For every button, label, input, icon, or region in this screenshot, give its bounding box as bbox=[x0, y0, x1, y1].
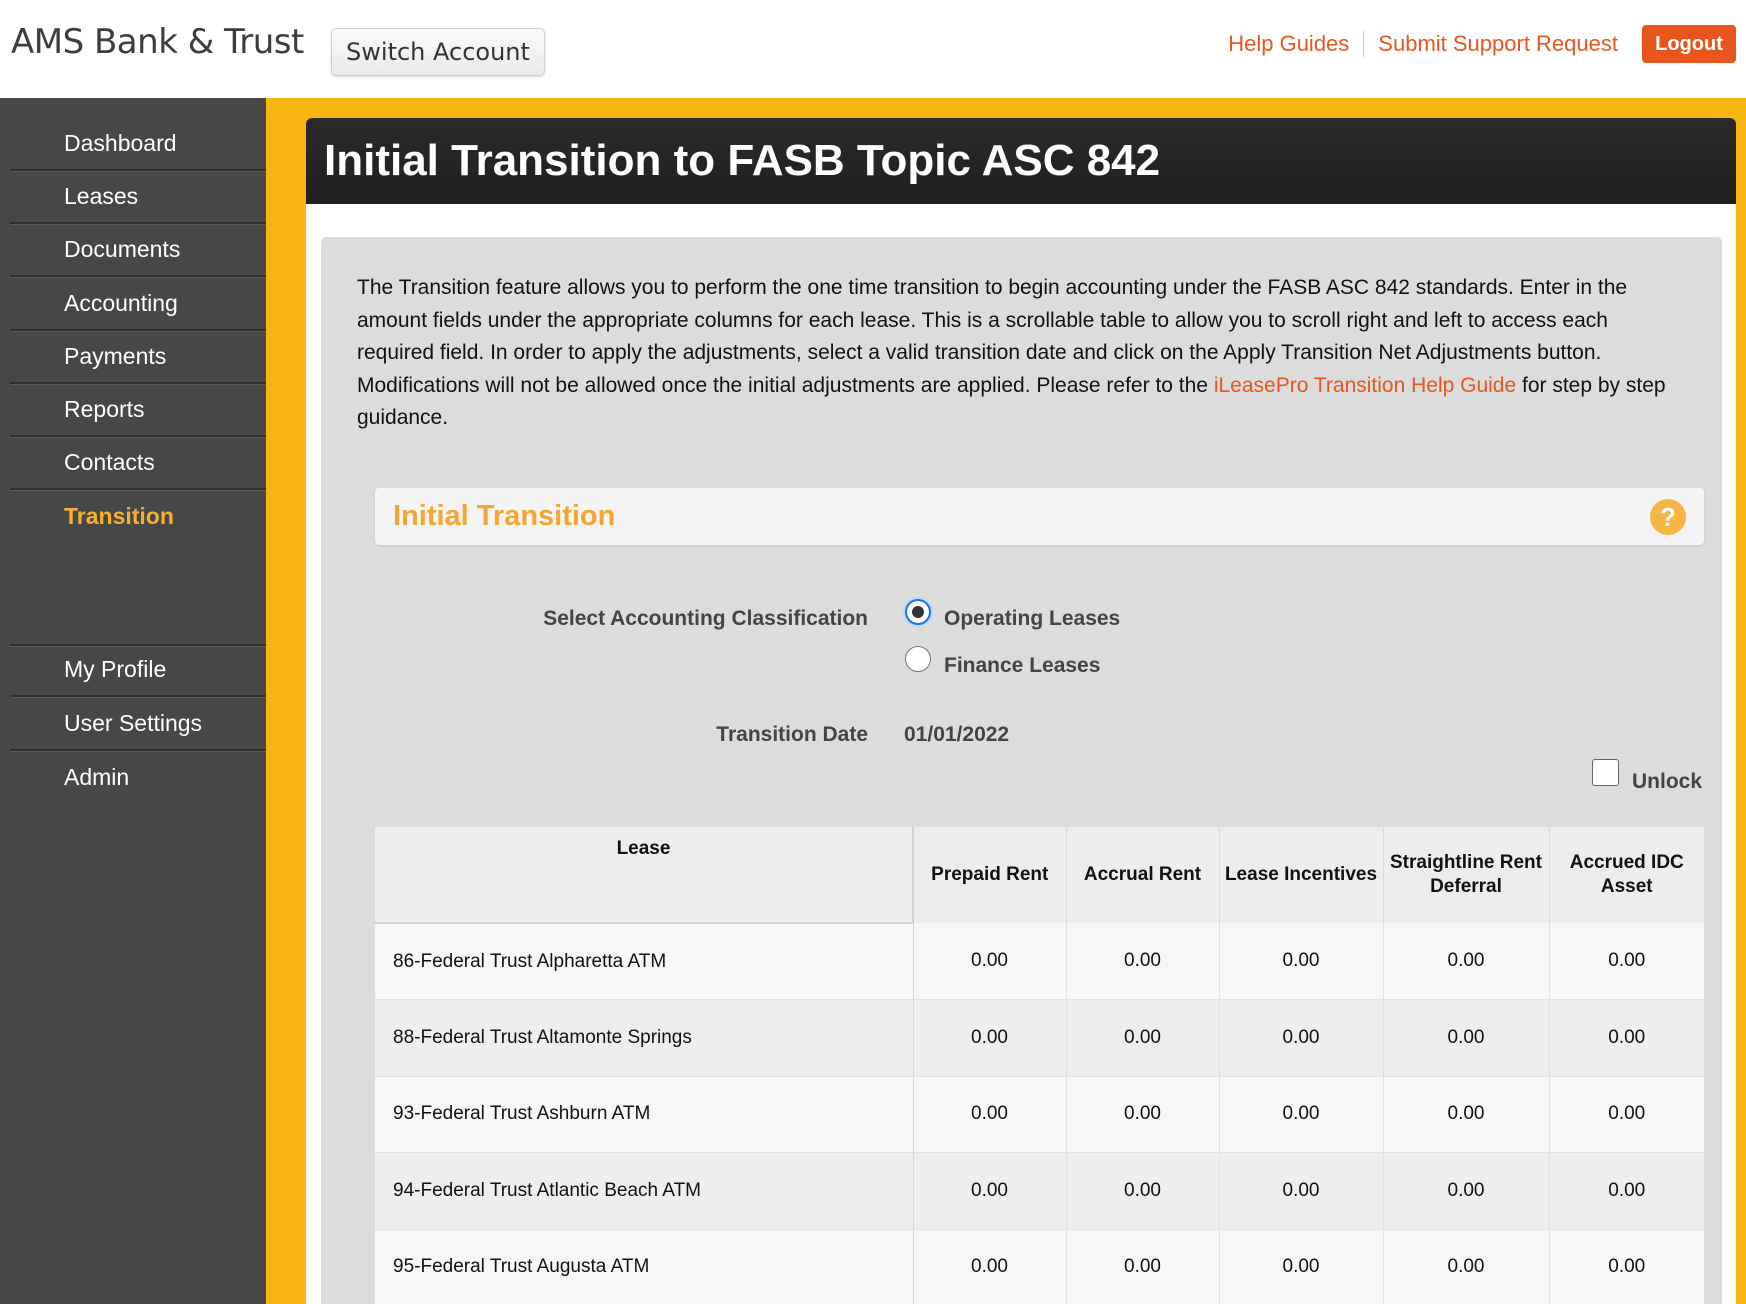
unlock-checkbox[interactable] bbox=[1592, 759, 1619, 786]
accrual-rent-cell[interactable]: 0.00 bbox=[1066, 1229, 1220, 1304]
classification-label: Select Accounting Classification bbox=[543, 607, 868, 630]
lease-incentives-cell[interactable]: 0.00 bbox=[1219, 999, 1384, 1077]
accrual-rent-cell[interactable]: 0.00 bbox=[1066, 999, 1220, 1077]
help-guide-link[interactable]: iLeasePro Transition Help Guide bbox=[1214, 374, 1516, 397]
top-links: Help Guides Submit Support Request Logou… bbox=[1214, 25, 1746, 63]
prepaid-rent-cell[interactable]: 0.00 bbox=[913, 1229, 1067, 1304]
table-row: 86-Federal Trust Alpharetta ATM 0.00 0.0… bbox=[375, 923, 1704, 1000]
lease-name-cell: 88-Federal Trust Altamonte Springs bbox=[375, 999, 914, 1077]
question-icon[interactable]: ? bbox=[1650, 499, 1686, 535]
prepaid-rent-cell[interactable]: 0.00 bbox=[913, 923, 1067, 1000]
lease-name-cell: 86-Federal Trust Alpharetta ATM bbox=[375, 923, 914, 1000]
accrual-rent-cell[interactable]: 0.00 bbox=[1066, 1152, 1220, 1230]
sidebar-item-documents[interactable]: Documents bbox=[10, 224, 266, 277]
transition-table: Lease Prepaid Rent Accrual Rent Lease In… bbox=[375, 827, 1704, 1304]
sidebar-item-my-profile[interactable]: My Profile bbox=[10, 644, 266, 697]
accrued-idc-asset-cell[interactable]: 0.00 bbox=[1549, 999, 1704, 1077]
column-header-straightline-rent-deferral: Straightline Rent Deferral bbox=[1383, 827, 1550, 923]
prepaid-rent-cell[interactable]: 0.00 bbox=[913, 1152, 1067, 1230]
operating-leases-radio[interactable] bbox=[905, 599, 931, 625]
section-header: Initial Transition ? bbox=[375, 488, 1704, 545]
accrual-rent-cell[interactable]: 0.00 bbox=[1066, 1076, 1220, 1153]
sidebar-item-accounting[interactable]: Accounting bbox=[10, 278, 266, 331]
accrued-idc-asset-cell[interactable]: 0.00 bbox=[1549, 1076, 1704, 1153]
sidebar-item-contacts[interactable]: Contacts bbox=[10, 437, 266, 490]
finance-leases-radio[interactable] bbox=[905, 646, 931, 672]
support-request-link[interactable]: Submit Support Request bbox=[1364, 31, 1632, 57]
page-title: Initial Transition to FASB Topic ASC 842 bbox=[306, 118, 1736, 204]
lease-name-cell: 95-Federal Trust Augusta ATM bbox=[375, 1229, 914, 1304]
column-header-lease-incentives: Lease Incentives bbox=[1219, 827, 1384, 923]
straightline-rent-deferral-cell[interactable]: 0.00 bbox=[1383, 1229, 1550, 1304]
table-header-row: Lease Prepaid Rent Accrual Rent Lease In… bbox=[375, 827, 1704, 924]
column-header-accrual-rent: Accrual Rent bbox=[1066, 827, 1220, 923]
table-row: 88-Federal Trust Altamonte Springs 0.00 … bbox=[375, 999, 1704, 1077]
table-row: 93-Federal Trust Ashburn ATM 0.00 0.00 0… bbox=[375, 1076, 1704, 1153]
sidebar-item-admin[interactable]: Admin bbox=[10, 751, 266, 804]
column-header-accrued-idc-asset: Accrued IDC Asset bbox=[1549, 827, 1704, 923]
brand-name: AMS Bank & Trust bbox=[11, 22, 304, 62]
sidebar-item-transition[interactable]: Transition bbox=[10, 490, 266, 543]
top-header: AMS Bank & Trust Switch Account Help Gui… bbox=[0, 0, 1746, 98]
table-row: 94-Federal Trust Atlantic Beach ATM 0.00… bbox=[375, 1152, 1704, 1230]
straightline-rent-deferral-cell[interactable]: 0.00 bbox=[1383, 923, 1550, 1000]
sidebar-item-payments[interactable]: Payments bbox=[10, 331, 266, 384]
logout-button[interactable]: Logout bbox=[1642, 25, 1736, 63]
prepaid-rent-cell[interactable]: 0.00 bbox=[913, 999, 1067, 1077]
lease-incentives-cell[interactable]: 0.00 bbox=[1219, 1076, 1384, 1153]
transition-date-label: Transition Date bbox=[716, 723, 868, 746]
operating-leases-label[interactable]: Operating Leases bbox=[944, 607, 1120, 631]
column-header-lease: Lease bbox=[375, 827, 914, 924]
intro-text: The Transition feature allows you to per… bbox=[357, 272, 1677, 435]
column-header-prepaid-rent: Prepaid Rent bbox=[913, 827, 1067, 923]
table-row: 95-Federal Trust Augusta ATM 0.00 0.00 0… bbox=[375, 1229, 1704, 1304]
sidebar-item-leases[interactable]: Leases bbox=[10, 171, 266, 224]
lease-name-cell: 93-Federal Trust Ashburn ATM bbox=[375, 1076, 914, 1153]
accrued-idc-asset-cell[interactable]: 0.00 bbox=[1549, 1152, 1704, 1230]
lease-name-cell: 94-Federal Trust Atlantic Beach ATM bbox=[375, 1152, 914, 1230]
straightline-rent-deferral-cell[interactable]: 0.00 bbox=[1383, 999, 1550, 1077]
transition-date-value: 01/01/2022 bbox=[904, 723, 1010, 746]
sidebar-item-reports[interactable]: Reports bbox=[10, 384, 266, 437]
accrued-idc-asset-cell[interactable]: 0.00 bbox=[1549, 923, 1704, 1000]
section-title: Initial Transition bbox=[393, 500, 616, 532]
sidebar-item-dashboard[interactable]: Dashboard bbox=[10, 118, 266, 171]
straightline-rent-deferral-cell[interactable]: 0.00 bbox=[1383, 1076, 1550, 1153]
lease-incentives-cell[interactable]: 0.00 bbox=[1219, 1229, 1384, 1304]
prepaid-rent-cell[interactable]: 0.00 bbox=[913, 1076, 1067, 1153]
help-guides-link[interactable]: Help Guides bbox=[1214, 31, 1365, 57]
sidebar-nav: Dashboard Leases Documents Accounting Pa… bbox=[0, 98, 266, 1304]
unlock-label[interactable]: Unlock bbox=[1632, 770, 1702, 794]
switch-account-button[interactable]: Switch Account bbox=[331, 28, 545, 76]
finance-leases-label[interactable]: Finance Leases bbox=[944, 654, 1100, 678]
lease-incentives-cell[interactable]: 0.00 bbox=[1219, 923, 1384, 1000]
accrued-idc-asset-cell[interactable]: 0.00 bbox=[1549, 1229, 1704, 1304]
sidebar-item-user-settings[interactable]: User Settings bbox=[10, 698, 266, 751]
straightline-rent-deferral-cell[interactable]: 0.00 bbox=[1383, 1152, 1550, 1230]
accrual-rent-cell[interactable]: 0.00 bbox=[1066, 923, 1220, 1000]
lease-incentives-cell[interactable]: 0.00 bbox=[1219, 1152, 1384, 1230]
